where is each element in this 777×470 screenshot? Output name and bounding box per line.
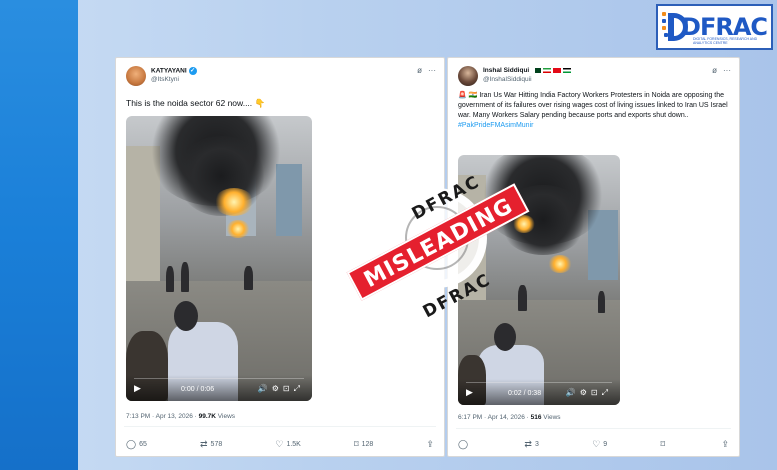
tweet-video[interactable]: ▶ 0:00 / 0:06 🔊⚙⊡⤢ [126, 116, 312, 401]
like-button[interactable]: ♡ 1.5K [275, 439, 300, 450]
play-icon[interactable]: ▶ [134, 383, 141, 394]
tweet-top-icons: ø ··· [411, 66, 436, 75]
tweet-text: 🚨 🇮🇳 Iran Us War Hitting India Factory W… [458, 91, 736, 131]
logo-tagline: DIGITAL FORENSICS, RESEARCH AND ANALYTIC… [693, 37, 758, 45]
tweet-text: This is the noida sector 62 now.... 👇 [126, 98, 266, 108]
repost-button[interactable]: ⇄ 578 [200, 439, 222, 450]
bookmark-icon: ⌑ [353, 439, 359, 449]
author-name[interactable]: KATYAYANI ✓ [151, 67, 197, 75]
repost-icon: ⇄ [524, 439, 532, 449]
reply-button[interactable]: ◯ [458, 439, 471, 450]
avatar[interactable] [126, 66, 146, 86]
hashtag-link[interactable]: #PakPrideFMAsimMunir [458, 121, 736, 131]
dfrac-logo-mark [662, 9, 688, 45]
flag-icons [533, 67, 573, 74]
reply-icon: ◯ [126, 439, 137, 449]
tweet-meta: 6:17 PM · Apr 14, 2026 · 516 Views [458, 414, 561, 421]
grok-icon[interactable]: ø [712, 66, 717, 75]
avatar[interactable] [458, 66, 478, 86]
share-icon: ⇪ [721, 439, 729, 449]
like-icon: ♡ [592, 439, 601, 449]
more-icon[interactable]: ··· [723, 66, 731, 75]
bookmark-icon: ⌑ [660, 439, 666, 449]
repost-button[interactable]: ⇄ 3 [524, 439, 538, 450]
tweet-actions: ◯ 65 ⇄ 578 ♡ 1.5K ⌑ 128 ⇪ [126, 439, 434, 450]
tweet-actions: ◯ ⇄ 3 ♡ 9 ⌑ ⇪ [458, 439, 729, 450]
video-time: 0:00 / 0:06 [181, 386, 215, 393]
verified-badge-icon: ✓ [188, 67, 197, 75]
more-icon[interactable]: ··· [428, 66, 436, 75]
author-handle[interactable]: @InshalSiddiquii [483, 76, 532, 83]
bookmark-button[interactable]: ⌑ [661, 439, 669, 450]
play-icon[interactable]: ▶ [466, 387, 473, 398]
video-settings-icons[interactable]: 🔊⚙⊡⤢ [566, 388, 612, 398]
left-accent-strip [0, 0, 78, 470]
tweet-meta: 7:13 PM · Apr 13, 2026 · 99.7K Views [126, 413, 236, 420]
like-button[interactable]: ♡ 9 [592, 439, 607, 450]
repost-icon: ⇄ [200, 439, 208, 449]
share-button[interactable]: ⇪ [426, 439, 434, 450]
share-button[interactable]: ⇪ [721, 439, 729, 450]
bookmark-button[interactable]: ⌑ 128 [354, 439, 373, 450]
grok-icon[interactable]: ø [417, 66, 422, 75]
video-settings-icons[interactable]: 🔊⚙⊡⤢ [258, 384, 304, 394]
video-controls: ▶ 0:02 / 0:38 🔊⚙⊡⤢ [458, 379, 620, 405]
author-handle[interactable]: @ItsKtyni [151, 76, 179, 83]
divider [456, 428, 731, 429]
dfrac-logo: DFRAC DIGITAL FORENSICS, RESEARCH AND AN… [656, 4, 773, 50]
divider [124, 426, 436, 427]
author-name[interactable]: Inshal Siddiqui [483, 67, 573, 74]
reply-button[interactable]: ◯ 65 [126, 439, 147, 450]
tweet-top-icons: ø ··· [706, 66, 731, 75]
like-icon: ♡ [275, 439, 284, 449]
reply-icon: ◯ [458, 439, 469, 449]
video-controls: ▶ 0:00 / 0:06 🔊⚙⊡⤢ [126, 375, 312, 401]
misleading-stamp: DFRAC MISLEADING DFRAC [337, 172, 537, 322]
share-icon: ⇪ [426, 439, 434, 449]
video-time: 0:02 / 0:38 [508, 390, 542, 397]
